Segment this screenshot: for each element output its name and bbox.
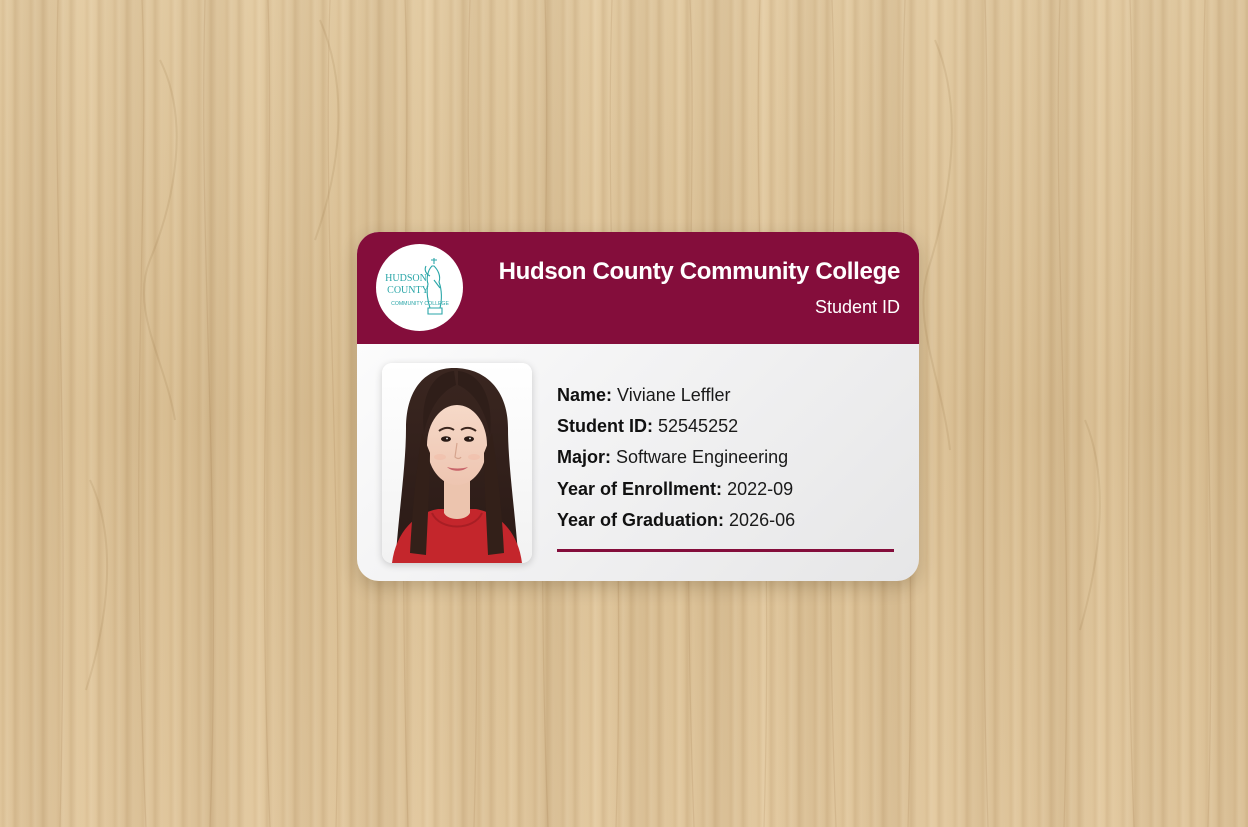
field-label: Year of Graduation: xyxy=(557,509,725,530)
field-value: 52545252 xyxy=(658,416,739,437)
field-label: Major: xyxy=(557,447,611,468)
field-student-id: Student ID: 52545252 xyxy=(557,411,897,442)
field-value: Software Engineering xyxy=(616,447,789,468)
college-name: Hudson County Community College xyxy=(498,258,901,285)
field-label: Year of Enrollment: xyxy=(557,478,723,499)
student-photo xyxy=(382,363,532,563)
field-major: Major: Software Engineering xyxy=(557,442,897,473)
divider-rule xyxy=(557,549,894,552)
field-name: Name: Viviane Leffler xyxy=(557,380,897,411)
student-id-card: HUDSON COUNTY COMMUNITY COLLEGE Hudson C… xyxy=(357,232,919,581)
card-type-label: Student ID xyxy=(814,297,900,317)
field-graduation: Year of Graduation: 2026-06 xyxy=(557,505,897,536)
student-info: Name: Viviane Leffler Student ID: 525452… xyxy=(557,380,897,536)
statue-of-liberty-icon: HUDSON COUNTY COMMUNITY COLLEGE xyxy=(385,258,449,315)
logo-line-1: HUDSON xyxy=(385,273,427,284)
college-logo: HUDSON COUNTY COMMUNITY COLLEGE xyxy=(376,244,463,331)
field-enrollment: Year of Enrollment: 2022-09 xyxy=(557,474,897,505)
field-label: Student ID: xyxy=(557,416,653,437)
logo-line-3: COMMUNITY COLLEGE xyxy=(391,301,449,307)
field-label: Name: xyxy=(557,385,613,405)
field-value: 2022-09 xyxy=(727,478,794,499)
field-value: 2026-06 xyxy=(729,509,796,530)
field-value: Viviane Leffler xyxy=(617,385,731,405)
card-header: HUDSON COUNTY COMMUNITY COLLEGE Hudson C… xyxy=(357,232,919,344)
logo-line-2: COUNTY xyxy=(387,285,429,296)
